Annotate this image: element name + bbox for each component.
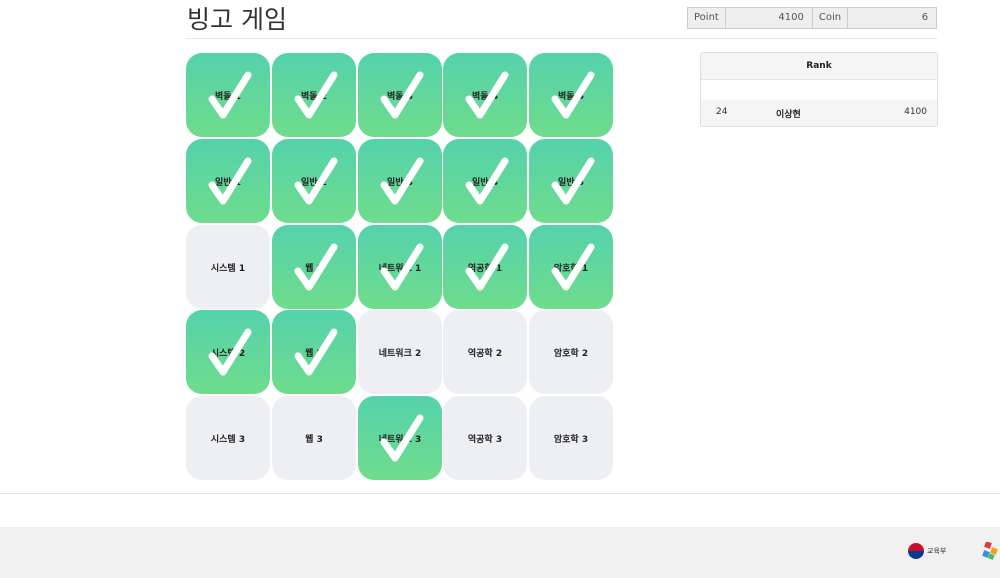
checkmark-icon (465, 157, 509, 205)
bingo-cell-label: 네트워크 2 (378, 348, 422, 359)
bingo-cell[interactable]: 벽돌 3 (358, 53, 442, 137)
rank-panel: Rank 24 이상현 4100 (700, 52, 938, 127)
ministry-of-education-logo[interactable]: 교육부 (908, 543, 946, 559)
bingo-cell-label: 역공학 3 (467, 434, 503, 445)
header-divider (186, 38, 937, 39)
bingo-cell[interactable]: 벽돌 2 (272, 53, 356, 137)
checkmark-icon (380, 243, 424, 291)
footer: 교육부 (0, 527, 1000, 578)
checkmark-icon (380, 157, 424, 205)
bingo-cell[interactable]: 역공학 2 (443, 310, 527, 394)
checkmark-icon (551, 71, 595, 119)
bingo-cell-label: 시스템 1 (210, 263, 246, 274)
checkmark-icon (294, 157, 338, 205)
taegeuk-icon (908, 543, 924, 559)
bingo-cell[interactable]: 일반 5 (529, 139, 613, 223)
bingo-cell[interactable]: 벽돌 4 (443, 53, 527, 137)
rank-row: 24 이상현 4100 (701, 100, 937, 126)
rank-name: 이상현 (776, 110, 801, 120)
rank-points: 4100 (904, 107, 927, 117)
checkmark-icon (465, 243, 509, 291)
bingo-cell-label: 암호학 2 (553, 348, 589, 359)
bingo-cell[interactable]: 웹 2 (272, 310, 356, 394)
checkmark-icon (294, 243, 338, 291)
checkmark-icon (208, 71, 252, 119)
moe-logo-text: 교육부 (927, 547, 947, 555)
bingo-cell[interactable]: 역공학 1 (443, 225, 527, 309)
bingo-cell[interactable]: 시스템 2 (186, 310, 270, 394)
bingo-cell[interactable]: 시스템 1 (186, 225, 270, 309)
bingo-cell-label: 암호학 3 (553, 434, 589, 445)
checkmark-icon (294, 328, 338, 376)
bingo-cell-label: 시스템 3 (210, 434, 246, 445)
bingo-cell-label: 웹 3 (305, 434, 323, 445)
point-value: 4100 (725, 7, 813, 29)
checkmark-icon (380, 71, 424, 119)
stats-bar: Point 4100 Coin 6 (687, 7, 938, 29)
page-title: 빙고 게임 (187, 5, 287, 34)
coin-label: Coin (812, 7, 849, 29)
checkmark-icon (551, 243, 595, 291)
bingo-cell[interactable]: 웹 3 (272, 396, 356, 480)
bingo-cell[interactable]: 일반 1 (186, 139, 270, 223)
bingo-cell[interactable]: 일반 4 (443, 139, 527, 223)
checkmark-icon (551, 157, 595, 205)
bingo-cell-label: 역공학 2 (467, 348, 503, 359)
bingo-cell[interactable]: 암호학 3 (529, 396, 613, 480)
bingo-cell[interactable]: 일반 2 (272, 139, 356, 223)
bingo-cell[interactable]: 네트워크 3 (358, 396, 442, 480)
bingo-cell[interactable]: 암호학 1 (529, 225, 613, 309)
checkmark-icon (465, 71, 509, 119)
bingo-cell[interactable]: 암호학 2 (529, 310, 613, 394)
footer-divider (0, 493, 1000, 494)
checkmark-icon (208, 328, 252, 376)
bingo-cell[interactable]: 시스템 3 (186, 396, 270, 480)
checkmark-icon (294, 71, 338, 119)
bingo-cell[interactable]: 네트워크 1 (358, 225, 442, 309)
rank-title: Rank (701, 53, 937, 80)
bingo-cell[interactable]: 웹 1 (272, 225, 356, 309)
bingo-cell[interactable]: 벽돌 5 (529, 53, 613, 137)
bingo-cell[interactable]: 네트워크 2 (358, 310, 442, 394)
rank-number: 24 (716, 107, 728, 117)
partner-logo-icon[interactable] (981, 542, 999, 560)
checkmark-icon (208, 157, 252, 205)
coin-value: 6 (848, 7, 938, 29)
bingo-cell[interactable]: 벽돌 1 (186, 53, 270, 137)
bingo-cell[interactable]: 역공학 3 (443, 396, 527, 480)
checkmark-icon (380, 414, 424, 462)
point-label: Point (687, 7, 726, 29)
bingo-cell[interactable]: 일반 3 (358, 139, 442, 223)
bingo-board: 벽돌 1 벽돌 2 벽돌 3 벽돌 4 벽돌 5 일반 1 일반 2 일반 3 일반 4 일반 5… (186, 53, 616, 481)
